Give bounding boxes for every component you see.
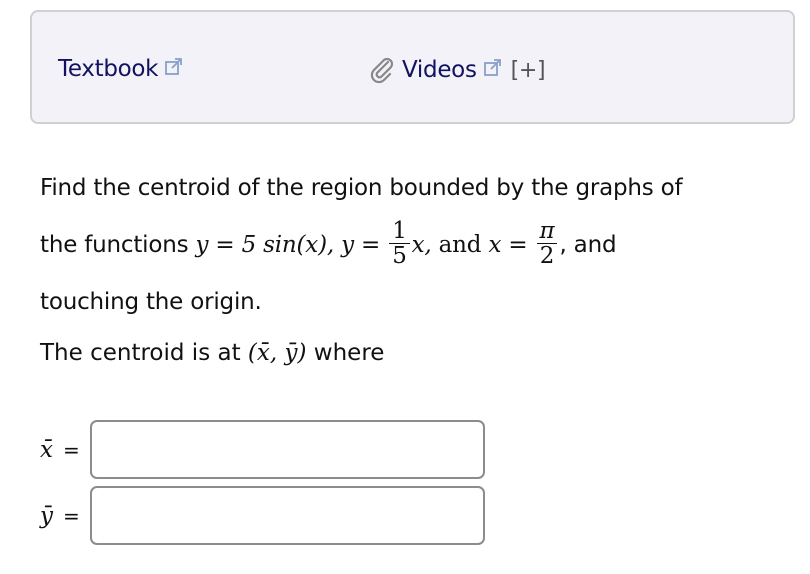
x-bar-label: x̄: [40, 436, 53, 463]
function-1: y = 5 sin(x),: [195, 232, 335, 258]
x-bar-input[interactable]: [90, 420, 485, 479]
question-text: Find the centroid of the region bounded …: [40, 160, 780, 331]
y-bar-answer-row: ȳ =: [40, 486, 485, 545]
textbook-label: Textbook: [58, 56, 159, 82]
y-bar-input[interactable]: [90, 486, 485, 545]
expand-videos-button[interactable]: [+]: [511, 58, 546, 83]
y-bar-label: ȳ: [40, 502, 53, 529]
question-line-1: Find the centroid of the region bounded …: [40, 175, 683, 201]
videos-link[interactable]: Videos [+]: [368, 56, 546, 84]
question-line-3: touching the origin.: [40, 289, 262, 315]
paperclip-icon: [368, 56, 396, 84]
resources-panel: Textbook Videos [+]: [30, 10, 795, 124]
fraction-one-fifth: 1 5: [389, 219, 410, 268]
question-line-2: the functions y = 5 sin(x), y = 1 5 x, a…: [40, 217, 617, 269]
videos-label: Videos: [402, 57, 477, 83]
textbook-link[interactable]: Textbook: [58, 56, 184, 82]
fraction-pi-over-2: π 2: [536, 219, 558, 268]
external-link-icon: [483, 58, 503, 78]
external-link-icon: [164, 57, 184, 77]
x-bar-answer-row: x̄ =: [40, 420, 485, 479]
centroid-statement: The centroid is at (x̄, ȳ) where: [40, 340, 385, 366]
